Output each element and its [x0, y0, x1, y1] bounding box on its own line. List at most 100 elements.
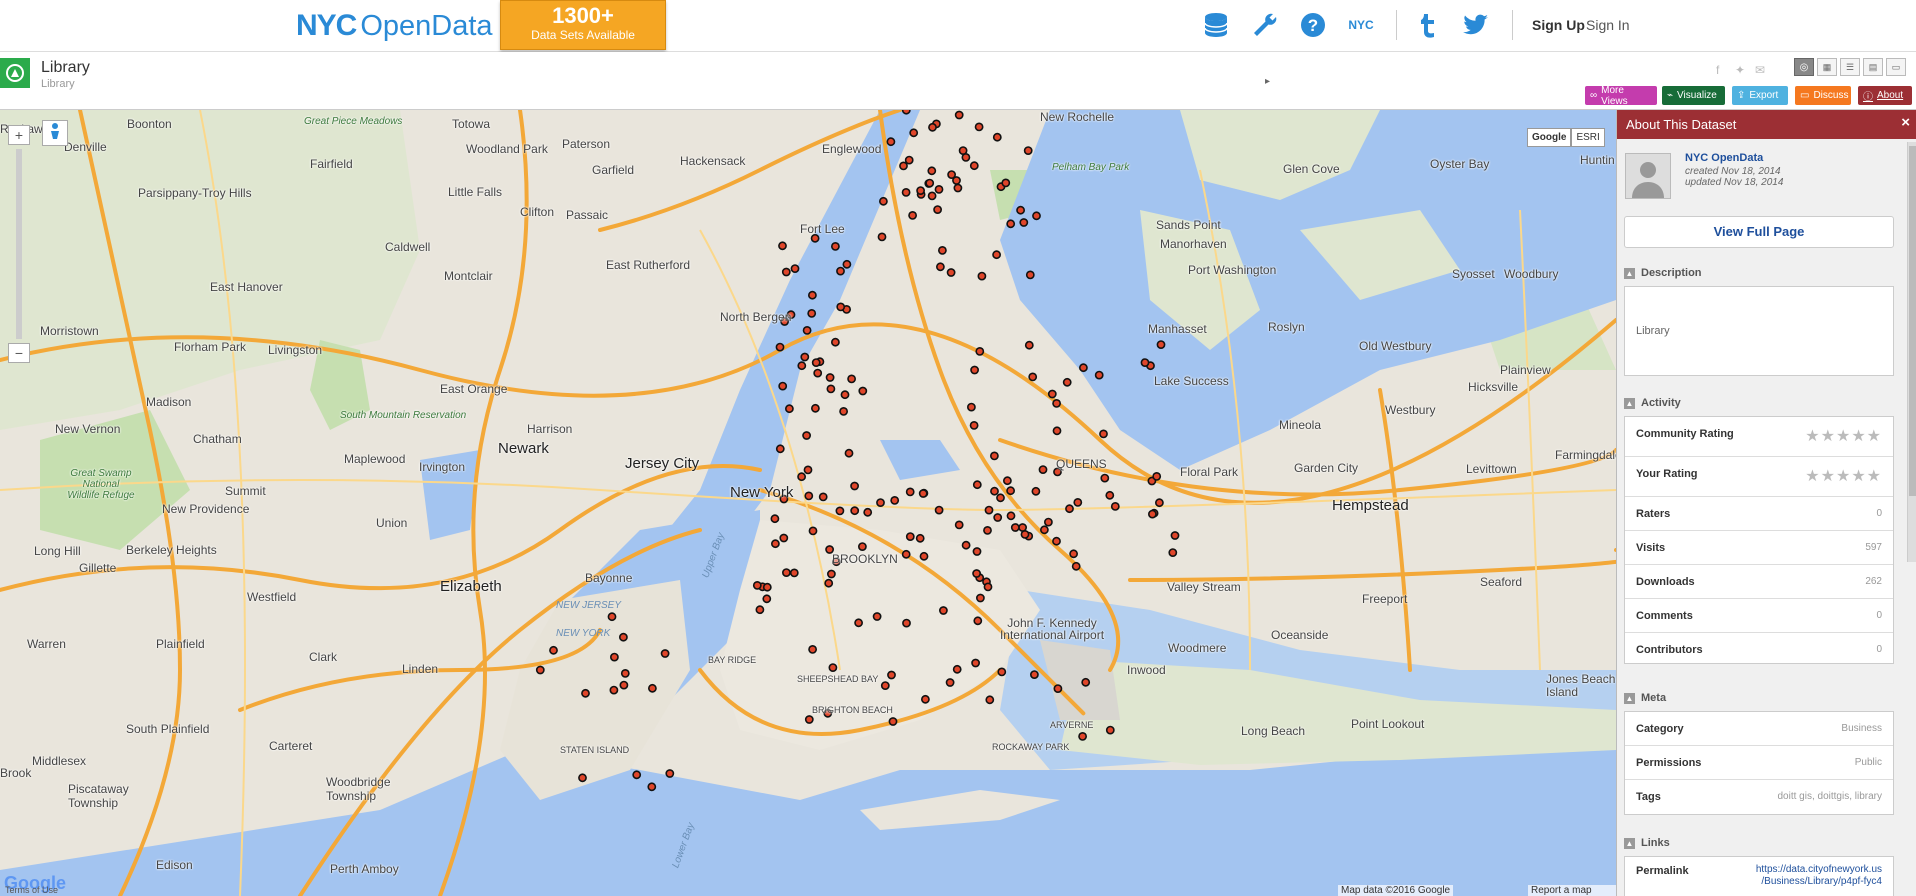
- library-marker[interactable]: [620, 669, 630, 678]
- library-marker[interactable]: [785, 404, 794, 414]
- library-marker[interactable]: [958, 146, 968, 155]
- library-marker[interactable]: [1062, 377, 1072, 387]
- library-marker[interactable]: [781, 267, 791, 277]
- library-marker[interactable]: [1047, 389, 1057, 399]
- library-marker[interactable]: [974, 122, 984, 132]
- owner-avatar[interactable]: [1625, 153, 1671, 199]
- zoom-in-button[interactable]: +: [8, 125, 30, 145]
- sign-in-link[interactable]: Sign In: [1586, 17, 1630, 33]
- library-marker[interactable]: [647, 782, 657, 792]
- library-marker[interactable]: [775, 444, 785, 454]
- library-marker[interactable]: [863, 507, 873, 517]
- library-marker[interactable]: [782, 568, 791, 577]
- library-marker[interactable]: [890, 495, 900, 505]
- library-marker[interactable]: [947, 170, 956, 179]
- library-marker[interactable]: [970, 365, 979, 375]
- wrench-icon[interactable]: [1248, 8, 1282, 42]
- library-marker[interactable]: [972, 480, 982, 490]
- library-marker[interactable]: [808, 645, 817, 654]
- library-marker[interactable]: [1105, 725, 1115, 735]
- library-marker[interactable]: [778, 381, 788, 391]
- library-marker[interactable]: [925, 178, 935, 188]
- map-canvas[interactable]: Boonton Totowa Woodland Park Paterson En…: [0, 110, 1616, 896]
- export-button[interactable]: ⇪ Export: [1732, 86, 1788, 105]
- activity-section-toggle[interactable]: ▲ Activity: [1624, 397, 1681, 409]
- library-marker[interactable]: [789, 568, 799, 578]
- twitter-share-icon[interactable]: ✦: [1735, 63, 1745, 77]
- library-marker[interactable]: [971, 658, 980, 668]
- library-marker[interactable]: [1030, 670, 1039, 679]
- library-marker[interactable]: [808, 526, 818, 536]
- help-icon[interactable]: ?: [1296, 8, 1330, 42]
- library-marker[interactable]: [811, 358, 821, 367]
- library-marker[interactable]: [946, 268, 956, 277]
- library-marker[interactable]: [1006, 511, 1016, 521]
- library-marker[interactable]: [908, 211, 917, 220]
- library-marker[interactable]: [990, 451, 999, 461]
- library-marker[interactable]: [549, 645, 558, 655]
- library-marker[interactable]: [771, 539, 780, 549]
- library-marker[interactable]: [983, 582, 993, 592]
- map-view-button[interactable]: ◎: [1794, 58, 1814, 76]
- links-section-toggle[interactable]: ▲ Links: [1624, 837, 1670, 849]
- library-marker[interactable]: [1078, 732, 1087, 741]
- library-marker[interactable]: [808, 290, 817, 300]
- library-marker[interactable]: [945, 678, 955, 687]
- library-marker[interactable]: [1052, 398, 1061, 408]
- library-marker[interactable]: [938, 245, 947, 255]
- library-marker[interactable]: [842, 259, 852, 269]
- library-marker[interactable]: [770, 514, 780, 524]
- library-marker[interactable]: [879, 196, 888, 206]
- library-marker[interactable]: [1105, 490, 1115, 500]
- expand-arrow-icon[interactable]: ▸: [1265, 76, 1270, 87]
- maptype-esri-button[interactable]: ESRI: [1571, 128, 1605, 147]
- library-marker[interactable]: [977, 271, 987, 281]
- library-marker[interactable]: [927, 191, 937, 201]
- library-marker[interactable]: [825, 545, 834, 554]
- library-marker[interactable]: [844, 448, 854, 458]
- library-marker[interactable]: [953, 183, 963, 193]
- library-marker[interactable]: [847, 374, 856, 384]
- library-marker[interactable]: [872, 612, 882, 621]
- your-rating-stars-icon[interactable]: ★★★★★: [1805, 466, 1882, 486]
- library-marker[interactable]: [1156, 340, 1166, 349]
- view-full-page-button[interactable]: View Full Page: [1624, 216, 1894, 248]
- tumblr-icon[interactable]: [1410, 8, 1444, 42]
- zoom-out-button[interactable]: −: [8, 343, 30, 363]
- library-marker[interactable]: [990, 486, 999, 496]
- close-icon[interactable]: ×: [1901, 114, 1910, 131]
- library-marker[interactable]: [802, 431, 811, 440]
- email-icon[interactable]: ✉: [1755, 63, 1765, 77]
- library-marker[interactable]: [975, 346, 985, 356]
- library-marker[interactable]: [802, 325, 812, 335]
- library-marker[interactable]: [818, 492, 828, 502]
- library-marker[interactable]: [786, 310, 796, 320]
- library-marker[interactable]: [619, 680, 629, 690]
- library-marker[interactable]: [984, 505, 994, 515]
- library-marker[interactable]: [535, 665, 545, 675]
- library-marker[interactable]: [762, 582, 772, 592]
- library-marker[interactable]: [632, 770, 642, 780]
- library-marker[interactable]: [992, 132, 1002, 142]
- library-marker[interactable]: [779, 533, 789, 543]
- library-marker[interactable]: [933, 205, 942, 214]
- library-marker[interactable]: [1168, 548, 1178, 557]
- database-icon[interactable]: [1199, 8, 1233, 42]
- library-marker[interactable]: [905, 532, 915, 541]
- owner-name-link[interactable]: NYC OpenData: [1685, 152, 1763, 164]
- library-marker[interactable]: [1025, 270, 1035, 280]
- library-marker[interactable]: [1099, 429, 1108, 439]
- library-marker[interactable]: [1148, 509, 1157, 519]
- library-marker[interactable]: [1006, 486, 1015, 496]
- library-marker[interactable]: [969, 161, 979, 171]
- library-marker[interactable]: [807, 308, 817, 318]
- library-marker[interactable]: [619, 632, 628, 642]
- library-marker[interactable]: [928, 122, 937, 132]
- library-marker[interactable]: [1020, 529, 1030, 539]
- library-marker[interactable]: [1031, 486, 1041, 496]
- library-marker[interactable]: [779, 494, 789, 504]
- library-marker[interactable]: [934, 505, 944, 515]
- library-marker[interactable]: [836, 302, 846, 312]
- library-marker[interactable]: [825, 373, 835, 382]
- library-marker[interactable]: [1006, 219, 1016, 229]
